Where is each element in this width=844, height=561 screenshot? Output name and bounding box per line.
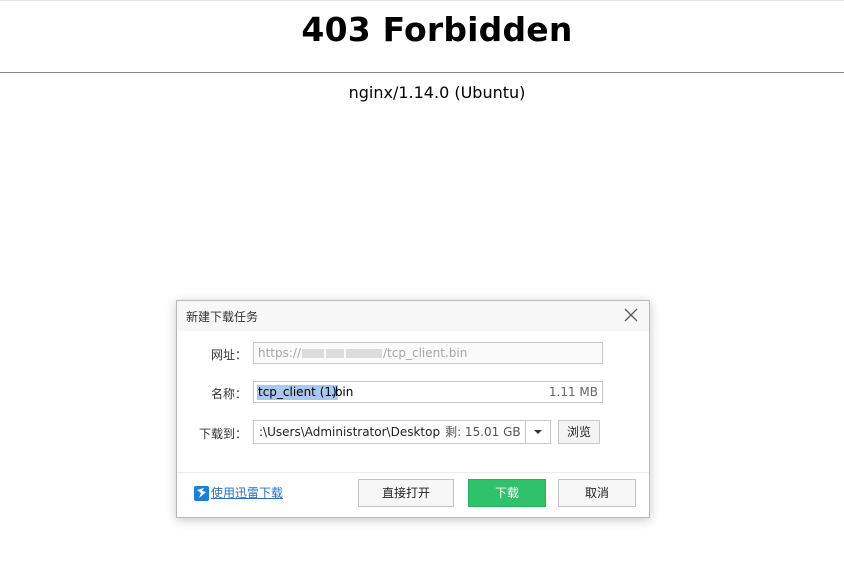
- url-prefix: https://: [258, 346, 302, 360]
- close-icon[interactable]: [623, 307, 639, 323]
- cancel-button[interactable]: 取消: [558, 479, 636, 507]
- save-path-text: :\Users\Administrator\Desktop 剩: 15.01 GB: [259, 425, 521, 440]
- top-divider: [0, 0, 844, 1]
- chevron-down-icon: [534, 430, 542, 434]
- download-button[interactable]: 下载: [468, 479, 546, 507]
- browser-page: 403 Forbidden nginx/1.14.0 (Ubuntu) 新建下载…: [0, 0, 844, 561]
- use-xunlei-text: 使用迅雷下载: [211, 486, 284, 500]
- url-field[interactable]: https:// /tcp_client.bin: [253, 342, 603, 364]
- filename-selected-text: tcp_client (1): [257, 385, 338, 400]
- save-path-select[interactable]: :\Users\Administrator\Desktop 剩: 15.01 GB: [253, 420, 551, 444]
- browse-button[interactable]: 浏览: [558, 420, 600, 444]
- filename-field[interactable]: tcp_client (1) .bin 1.11 MB: [253, 381, 603, 403]
- xunlei-logo-icon: [194, 486, 209, 501]
- url-suffix: /tcp_client.bin: [383, 346, 468, 360]
- new-download-dialog: 新建下载任务 网址： https:// /tcp_client.bin 名称： t…: [176, 300, 650, 518]
- filename-extension: .bin: [331, 385, 354, 399]
- title-divider: [0, 72, 844, 73]
- dialog-title: 新建下载任务: [186, 310, 259, 324]
- page-title: 403 Forbidden: [301, 10, 573, 49]
- redacted-segment: [326, 349, 345, 358]
- file-size: 1.11 MB: [548, 385, 598, 399]
- url-label: 网址：: [210, 348, 247, 362]
- redacted-segment: [346, 349, 383, 358]
- path-dropdown-button[interactable]: [525, 421, 550, 443]
- redacted-segment: [302, 349, 325, 358]
- save-path-value: :\Users\Administrator\Desktop: [259, 425, 441, 439]
- server-info: nginx/1.14.0 (Ubuntu): [348, 83, 526, 102]
- path-label: 下载到：: [198, 427, 247, 441]
- dialog-titlebar[interactable]: 新建下载任务: [177, 301, 649, 331]
- footer-divider: [177, 472, 649, 473]
- name-label: 名称：: [210, 387, 247, 401]
- free-space: 剩: 15.01 GB: [445, 425, 521, 439]
- url-text: https:// /tcp_client.bin: [258, 346, 467, 360]
- open-directly-button[interactable]: 直接打开: [358, 479, 454, 507]
